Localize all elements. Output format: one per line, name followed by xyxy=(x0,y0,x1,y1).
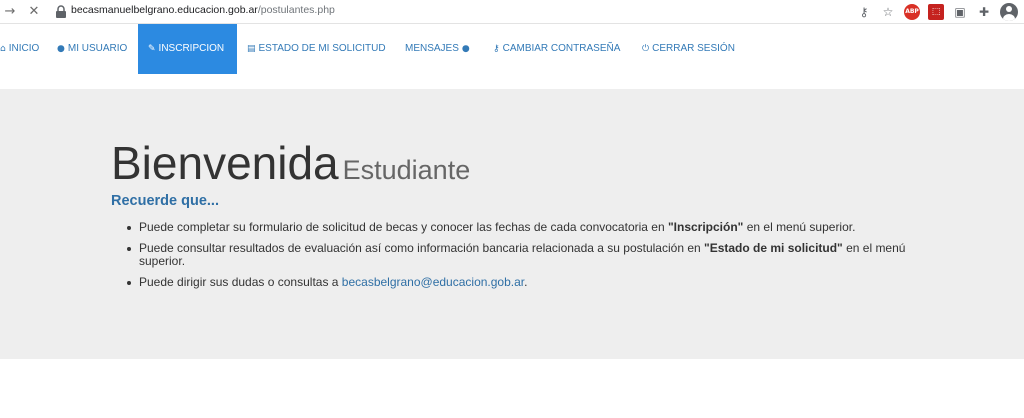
star-icon[interactable]: ☆ xyxy=(880,4,896,20)
power-icon: ⏻ xyxy=(642,44,650,54)
site-navbar: ⌂ INICIO ● MI USUARIO ✎ INSCRIPCION ▤ ESTADO… xyxy=(0,24,1024,74)
nav-item-estado-solicitud[interactable]: ▤ ESTADO DE MI SOLICITUD xyxy=(247,24,386,74)
lock-icon[interactable] xyxy=(55,5,67,19)
nav-item-mi-usuario[interactable]: ● MI USUARIO xyxy=(57,24,127,74)
key-icon: ⚷ xyxy=(493,44,500,54)
user-icon: ● xyxy=(57,44,65,54)
nav-item-mensajes[interactable]: MENSAJES ● xyxy=(405,24,470,74)
nav-item-inscripcion[interactable]: ✎ INSCRIPCION xyxy=(138,24,237,74)
nav-item-label: INSCRIPCION xyxy=(158,43,225,54)
list-item: Puede dirigir sus dudas o consultas a be… xyxy=(127,276,927,289)
welcome-panel: Bienvenida Estudiante Recuerde que... Pue… xyxy=(0,89,1024,359)
home-icon: ⌂ xyxy=(0,44,6,54)
adblock-icon[interactable]: ABP xyxy=(904,4,920,20)
nav-item-label: CAMBIAR CONTRASEÑA xyxy=(502,43,621,54)
nav-item-label: MI USUARIO xyxy=(67,43,128,54)
bullet-text: Puede completar su formulario de solicit… xyxy=(139,220,668,234)
bullet-text: Puede consultar resultados de evaluación… xyxy=(139,241,705,255)
contact-email-link[interactable]: becasbelgrano@educacion.gob.ar xyxy=(342,275,524,289)
nav-item-label: INICIO xyxy=(8,43,40,54)
url-host: becasmanuelbelgrano.educacion.gob.ar xyxy=(71,4,258,16)
back-arrow-icon[interactable]: → xyxy=(0,2,20,22)
nav-item-label: CERRAR SESIÓN xyxy=(652,43,735,54)
list-icon: ▤ xyxy=(247,44,256,54)
nav-item-inicio[interactable]: ⌂ INICIO xyxy=(0,24,40,74)
nav-item-cerrar-sesion[interactable]: ⏻ CERRAR SESIÓN xyxy=(642,24,735,74)
puzzle-icon[interactable]: ✚ xyxy=(976,4,992,20)
comments-icon: ● xyxy=(461,44,470,54)
reminder-list: Puede completar su formulario de solicit… xyxy=(127,221,927,297)
reminder-heading: Recuerde que... xyxy=(111,193,219,209)
url-field[interactable]: becasmanuelbelgrano.educacion.gob.ar/pos… xyxy=(71,4,335,16)
nav-item-label: MENSAJES xyxy=(405,43,459,54)
list-item: Puede completar su formulario de solicit… xyxy=(127,221,927,234)
edit-icon: ✎ xyxy=(148,44,156,54)
browser-address-bar: → ✕ becasmanuelbelgrano.educacion.gob.ar… xyxy=(0,0,1024,24)
pdf-icon[interactable]: ⬚ xyxy=(928,4,944,20)
key-icon[interactable]: ⚷ xyxy=(856,4,872,20)
account-icon[interactable] xyxy=(1000,3,1018,21)
list-item: Puede consultar resultados de evaluación… xyxy=(127,242,927,268)
nav-item-label: ESTADO DE MI SOLICITUD xyxy=(258,43,386,54)
welcome-subtitle: Estudiante xyxy=(342,155,471,185)
welcome-title: Bienvenida xyxy=(111,137,339,189)
extension-icon[interactable]: ▣ xyxy=(952,4,968,20)
page-title: Bienvenida Estudiante xyxy=(111,136,470,190)
bullet-text: Puede dirigir sus dudas o consultas a xyxy=(139,275,342,289)
bullet-text: . xyxy=(524,275,528,289)
browser-toolbar-icons: ⚷ ☆ ABP ⬚ ▣ ✚ xyxy=(856,3,1018,21)
nav-item-cambiar-contrasena[interactable]: ⚷ CAMBIAR CONTRASEÑA xyxy=(493,24,620,74)
bullet-text: en el menú superior. xyxy=(743,220,856,234)
url-path: /postulantes.php xyxy=(257,4,335,16)
bullet-emphasis: "Inscripción" xyxy=(667,220,744,234)
stop-icon[interactable]: ✕ xyxy=(24,2,44,22)
bullet-emphasis: "Estado de mi solicitud" xyxy=(704,241,843,255)
